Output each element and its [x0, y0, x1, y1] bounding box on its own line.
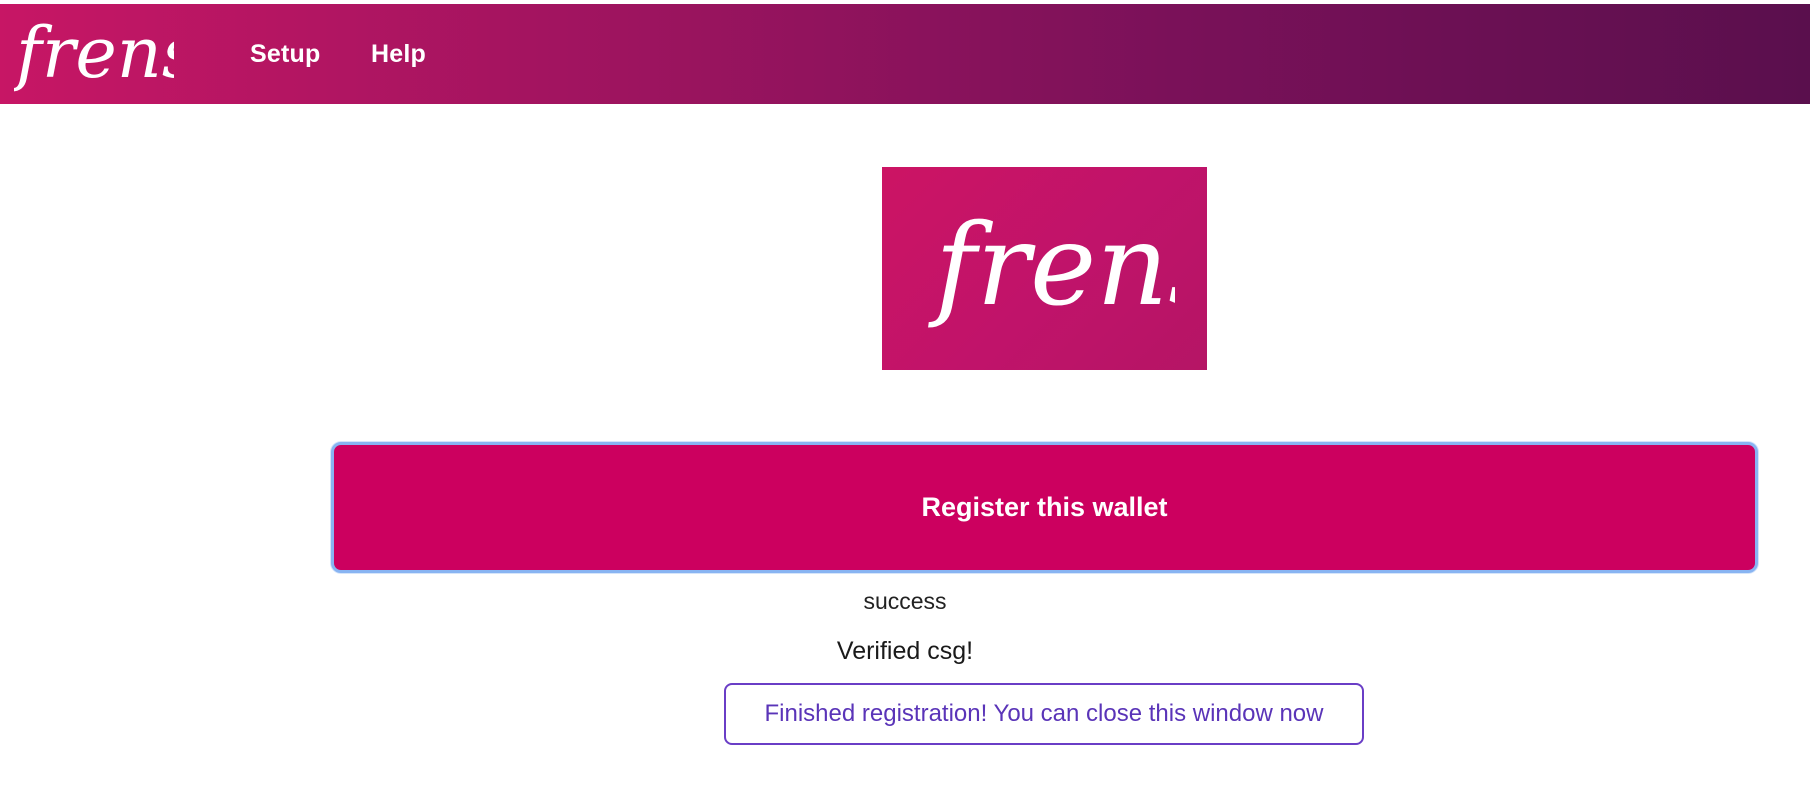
frens-logo-mark: frens — [14, 12, 174, 94]
brand-logo[interactable]: frens — [14, 10, 179, 98]
status-text: success — [863, 588, 947, 614]
finished-registration-message: Finished registration! You can close thi… — [724, 683, 1364, 745]
top-navbar: frens Setup Help — [0, 4, 1810, 104]
frens-logo-card: frens — [882, 167, 1207, 370]
register-wallet-button[interactable]: Register this wallet — [331, 442, 1758, 573]
verified-text: Verified csg! — [836, 637, 974, 665]
frens-logo-image: frens — [928, 201, 1175, 331]
brand-logo-text: frens — [14, 12, 174, 94]
nav-setup-link[interactable]: Setup — [250, 40, 320, 69]
nav-help-link[interactable]: Help — [371, 40, 426, 69]
hero-logo-text: frens — [928, 201, 1175, 331]
